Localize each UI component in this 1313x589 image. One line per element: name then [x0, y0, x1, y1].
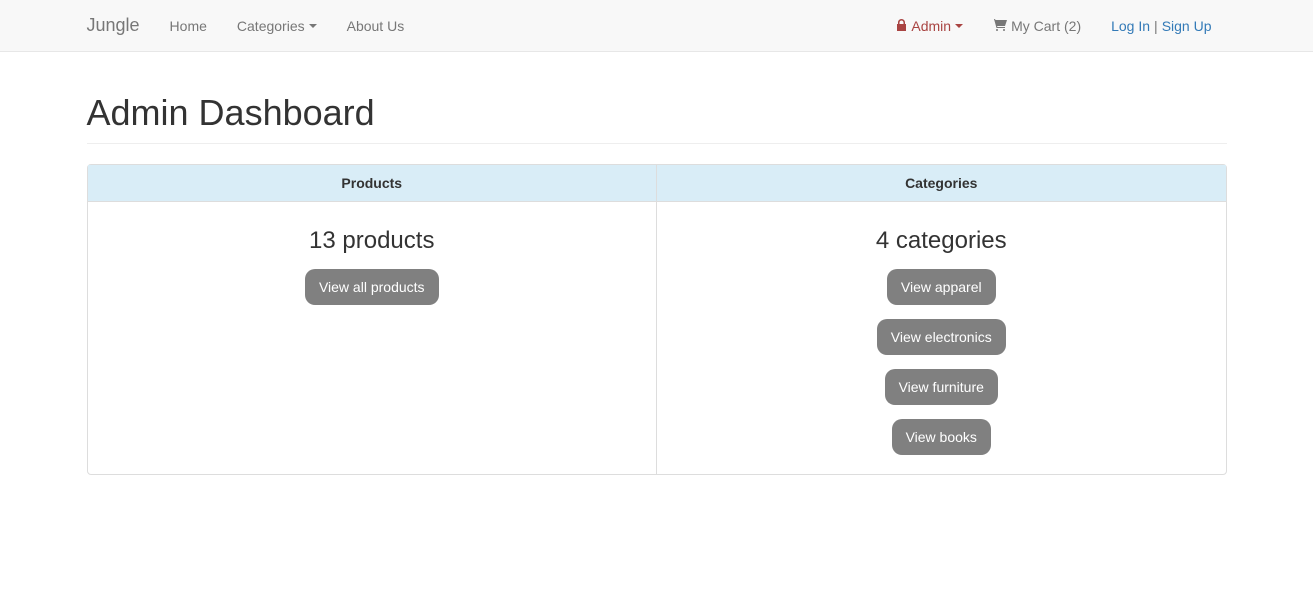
nav-categories-label: Categories	[237, 18, 305, 34]
navbar: Jungle Home Categories About Us Admin My…	[0, 0, 1313, 52]
cart-icon	[993, 18, 1007, 34]
nav-admin-dropdown[interactable]: Admin	[882, 3, 978, 49]
lock-icon	[897, 18, 907, 34]
view-books-button[interactable]: View books	[892, 419, 991, 455]
cart-count: 2	[1069, 18, 1077, 34]
categories-count: 4 categories	[672, 227, 1211, 255]
categories-column: Categories	[657, 165, 1226, 202]
nav-signup[interactable]: Sign Up	[1162, 18, 1212, 34]
nav-cart[interactable]: My Cart (2)	[978, 3, 1096, 49]
cart-suffix: )	[1076, 18, 1081, 34]
view-furniture-button[interactable]: View furniture	[885, 369, 998, 405]
cart-prefix: My Cart (	[1011, 18, 1069, 34]
categories-body: 4 categories View apparel View electroni…	[657, 202, 1226, 474]
nav-home[interactable]: Home	[155, 3, 222, 49]
view-electronics-button[interactable]: View electronics	[877, 319, 1006, 355]
caret-down-icon	[955, 24, 963, 28]
products-body: 13 products View all products	[88, 202, 657, 324]
nav-divider: |	[1150, 3, 1162, 49]
view-all-products-button[interactable]: View all products	[305, 269, 439, 305]
brand-link[interactable]: Jungle	[87, 0, 155, 51]
nav-admin-label: Admin	[911, 18, 951, 34]
products-header: Products	[88, 165, 657, 202]
products-count: 13 products	[103, 227, 642, 255]
nav-login[interactable]: Log In	[1111, 18, 1150, 34]
products-column: Products	[88, 165, 658, 202]
view-apparel-button[interactable]: View apparel	[887, 269, 996, 305]
nav-about[interactable]: About Us	[332, 3, 420, 49]
categories-header: Categories	[657, 165, 1226, 202]
page-header: Admin Dashboard	[87, 92, 1227, 144]
caret-down-icon	[309, 24, 317, 28]
nav-categories-dropdown[interactable]: Categories	[222, 3, 332, 49]
dashboard-panel: Products Categories 13 products View all…	[87, 164, 1227, 475]
page-title: Admin Dashboard	[87, 92, 1227, 134]
